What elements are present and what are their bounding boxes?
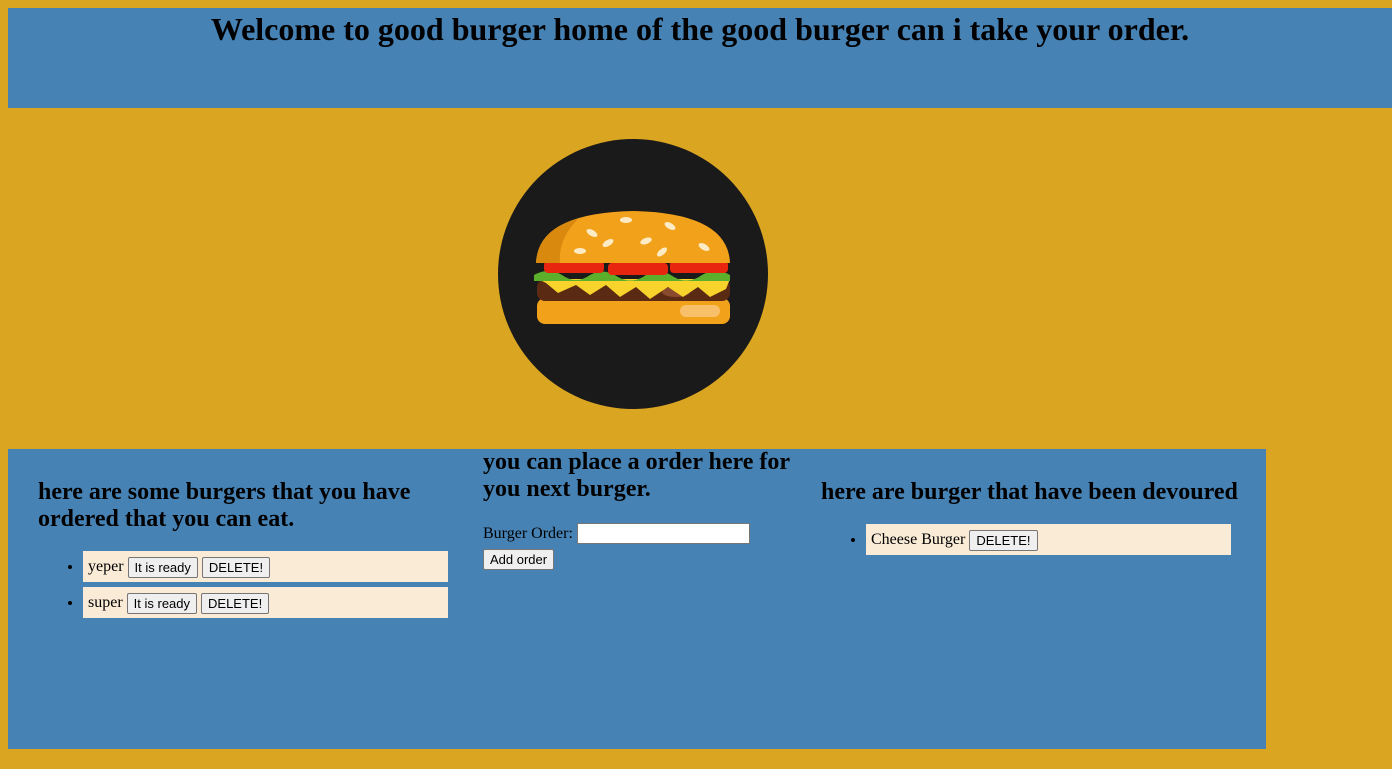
page-header: Welcome to good burger home of the good … — [8, 8, 1392, 108]
orders-panel: here are some burgers that you have orde… — [8, 449, 1266, 749]
order-form: Burger Order: — [483, 523, 803, 544]
burger-logo-icon — [498, 139, 768, 409]
devoured-section: here are burger that have been devoured … — [821, 479, 1241, 560]
order-form-section: you can place a order here for you next … — [483, 449, 803, 570]
burger-name: super — [88, 594, 123, 611]
list-item: Cheese Burger DELETE! — [866, 524, 1231, 555]
delete-button[interactable]: DELETE! — [969, 529, 1038, 551]
devoured-list: Cheese Burger DELETE! — [821, 524, 1241, 555]
burger-name: Cheese Burger — [871, 531, 966, 548]
devoured-heading: here are burger that have been devoured — [821, 479, 1238, 505]
add-order-button[interactable]: Add order — [483, 549, 555, 570]
burger-name: yeper — [88, 558, 124, 575]
ordered-section: here are some burgers that you have orde… — [38, 479, 458, 623]
ordered-list: yeper It is ready DELETE! super It is re… — [38, 551, 458, 618]
list-item: yeper It is ready DELETE! — [83, 551, 448, 582]
page-title: Welcome to good burger home of the good … — [210, 11, 1190, 47]
list-item: super It is ready DELETE! — [83, 587, 448, 618]
ready-button[interactable]: It is ready — [127, 556, 198, 578]
ready-button[interactable]: It is ready — [126, 592, 198, 614]
ordered-heading: here are some burgers that you have orde… — [38, 479, 411, 532]
delete-button[interactable]: DELETE! — [201, 592, 270, 614]
delete-button[interactable]: DELETE! — [201, 556, 271, 578]
order-form-heading: you can place a order here for you next … — [483, 449, 790, 502]
burger-order-input[interactable] — [576, 523, 750, 544]
burger-order-label: Burger Order: — [483, 524, 573, 542]
